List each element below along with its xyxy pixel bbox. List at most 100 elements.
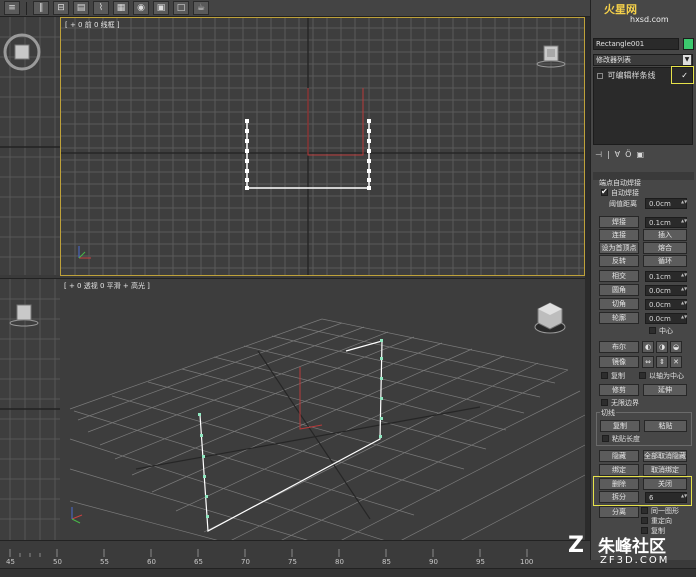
center-label: 中心: [659, 327, 673, 335]
outline-button[interactable]: 轮廓: [599, 312, 639, 324]
expand-icon[interactable]: [597, 72, 603, 79]
command-panel: Rectangle001 修改器列表 ▼ 可编辑样条线 ✓ ⊣ | ∀ Ö ▣ …: [590, 0, 696, 560]
viewcube-icon[interactable]: [526, 297, 576, 347]
perspective-viewport[interactable]: [ + 0 透视 0 平滑 + 高光 ]: [60, 278, 585, 540]
selected-spline[interactable]: [199, 340, 383, 532]
infinite-bounds-checkbox[interactable]: [601, 399, 608, 406]
timeline-tick: 65: [194, 558, 203, 566]
fillet-button[interactable]: 圆角: [599, 284, 639, 296]
object-name-field[interactable]: Rectangle001: [593, 38, 679, 50]
make-unique-icon[interactable]: ∀: [615, 150, 620, 162]
bind-button[interactable]: 绑定: [599, 464, 639, 476]
stack-item-label: 可编辑样条线: [607, 71, 656, 80]
mirror-button[interactable]: 镜像: [599, 356, 639, 368]
persp-viewport-label[interactable]: [ + 0 透视 0 平滑 + 高光 ]: [64, 281, 150, 291]
paste-length-label: 粘贴长度: [612, 435, 640, 443]
watermark-url-top: hxsd.com: [630, 15, 669, 24]
mirror-pivot-label: 以轴为中心: [649, 372, 684, 380]
timeline-tick: 70: [241, 558, 250, 566]
top-viewport[interactable]: [0, 17, 60, 275]
mirror-pivot-checkbox[interactable]: [639, 372, 646, 379]
boolean-button[interactable]: 布尔: [599, 341, 639, 353]
front-viewport-label[interactable]: [ + 0 前 0 线框 ]: [65, 20, 120, 30]
mirror-copy-label: 复制: [611, 372, 625, 380]
reorient-checkbox[interactable]: [641, 517, 648, 524]
auto-weld-checkbox[interactable]: [601, 187, 608, 196]
render-frame-icon[interactable]: □: [173, 1, 189, 15]
fuse-button[interactable]: 熔合: [643, 242, 687, 254]
modifier-list-label: 修改器列表: [596, 56, 631, 64]
unhide-all-button[interactable]: 全部取消隐藏: [643, 450, 687, 462]
hide-button[interactable]: 隐藏: [599, 450, 639, 462]
insert-button[interactable]: 插入: [643, 229, 687, 241]
cycle-button[interactable]: 循环: [643, 255, 687, 267]
viewcube-icon[interactable]: [0, 17, 60, 77]
outline-spinner[interactable]: 0.0cm: [645, 313, 687, 324]
center-checkbox[interactable]: [649, 327, 656, 334]
tangent-group-label: 切线: [600, 408, 616, 418]
threshold-label: 阈值距离: [609, 200, 637, 208]
make-first-button[interactable]: 设为首顶点: [599, 242, 639, 254]
modifier-list-dropdown[interactable]: 修改器列表 ▼: [593, 54, 693, 66]
fillet-spinner[interactable]: 0.0cm: [645, 285, 687, 296]
schematic-icon[interactable]: ▦: [113, 1, 129, 15]
intersect-spinner[interactable]: 0.1cm: [645, 271, 687, 282]
intersection-icon[interactable]: ◒: [670, 341, 682, 353]
render-setup-icon[interactable]: ▣: [153, 1, 169, 15]
chevron-down-icon[interactable]: ▼: [683, 55, 691, 65]
pin-stack-icon[interactable]: ⊣: [595, 150, 602, 162]
mirror-v-icon[interactable]: ⇕: [656, 356, 668, 368]
chamfer-button[interactable]: 切角: [599, 298, 639, 310]
material-editor-icon[interactable]: ◉: [133, 1, 149, 15]
viewcube-icon[interactable]: [0, 279, 60, 339]
configure-sets-icon[interactable]: ▣: [636, 150, 644, 162]
timeline-tick: 80: [335, 558, 344, 566]
unbind-button[interactable]: 取消绑定: [643, 464, 687, 476]
timeline-tick: 90: [429, 558, 438, 566]
union-icon[interactable]: ◐: [642, 341, 654, 353]
tangent-copy-button[interactable]: 复制: [600, 420, 640, 432]
tangent-paste-button[interactable]: 粘贴: [644, 420, 687, 432]
timeline[interactable]: 45 50 55 60 65 70 75 80 85 90 95 100: [0, 540, 590, 568]
perspective-viewport-canvas: [69, 318, 585, 540]
left-viewport[interactable]: [0, 278, 60, 540]
extend-button[interactable]: 延伸: [643, 384, 687, 396]
timeline-tick: 95: [476, 558, 485, 566]
reverse-button[interactable]: 反转: [599, 255, 639, 267]
subtract-icon[interactable]: ◑: [656, 341, 668, 353]
detach-button[interactable]: 分离: [599, 506, 639, 518]
toolbar-separator: [26, 1, 27, 15]
same-shape-checkbox[interactable]: [641, 507, 648, 514]
highlight-box: [671, 66, 694, 84]
timeline-tick: 55: [100, 558, 109, 566]
timeline-tick: 75: [288, 558, 297, 566]
curve-editor-icon[interactable]: ⌇: [93, 1, 109, 15]
mirror-copy-checkbox[interactable]: [601, 372, 608, 379]
object-color-swatch[interactable]: [683, 38, 694, 50]
timeline-tick: 45: [6, 558, 15, 566]
align-icon[interactable]: ∥: [33, 1, 49, 15]
viewcube-icon[interactable]: [533, 36, 573, 76]
render-icon[interactable]: ☕: [193, 1, 209, 15]
weld-spinner[interactable]: 0.1cm: [645, 217, 687, 228]
snap-icon[interactable]: ≡: [4, 1, 20, 15]
mirror-both-icon[interactable]: ✕: [670, 356, 682, 368]
layer-icon[interactable]: ▤: [73, 1, 89, 15]
reorient-label: 重定向: [651, 517, 672, 525]
timeline-tick: 85: [382, 558, 391, 566]
threshold-spinner[interactable]: 0.0cm: [645, 198, 687, 209]
mirror-h-icon[interactable]: ⇔: [642, 356, 654, 368]
paste-length-checkbox[interactable]: [602, 435, 609, 442]
show-end-result-icon[interactable]: |: [607, 150, 610, 162]
front-viewport[interactable]: [ + 0 前 0 线框 ]: [60, 17, 585, 276]
highlight-box: [593, 476, 692, 506]
connect-button[interactable]: 连接: [599, 229, 639, 241]
mirror-icon[interactable]: ⊟: [53, 1, 69, 15]
weld-button[interactable]: 焊接: [599, 216, 639, 228]
timeline-ruler: [9, 549, 528, 557]
remove-modifier-icon[interactable]: Ö: [625, 150, 631, 162]
intersect-button[interactable]: 相交: [599, 270, 639, 282]
trim-button[interactable]: 修剪: [599, 384, 639, 396]
timeline-tick: 50: [53, 558, 62, 566]
chamfer-spinner[interactable]: 0.0cm: [645, 299, 687, 310]
